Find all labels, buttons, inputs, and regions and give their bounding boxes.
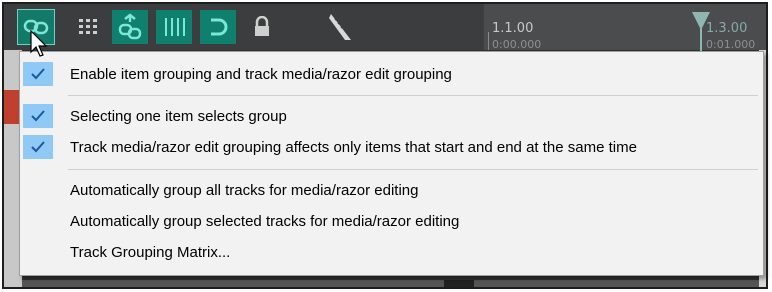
menu-separator: [68, 169, 758, 170]
mouse-pointer-icon: [30, 29, 50, 63]
track-color-swatch: [4, 90, 20, 124]
metronome-button[interactable]: [322, 10, 358, 44]
menu-item-label: Automatically group selected tracks for …: [70, 212, 460, 230]
loop-icon: [207, 16, 229, 38]
menu-item-select-group[interactable]: Selecting one item selects group: [20, 102, 763, 130]
timeline-ruler[interactable]: 1.1.00 0:00.000 1.3.00 0:01.000: [484, 4, 766, 52]
menu-item-same-time-grouping[interactable]: Track media/razor edit grouping affects …: [20, 133, 763, 161]
checkmark-icon: [23, 104, 53, 128]
loop-button[interactable]: [200, 10, 236, 44]
toolbar: [4, 4, 484, 50]
horizontal-scrollbar[interactable]: [22, 280, 759, 287]
group-items-button[interactable]: [112, 10, 148, 44]
group-items-icon: [117, 13, 143, 41]
checkmark-icon: [23, 135, 53, 159]
lock-icon: [252, 16, 272, 38]
cursor-line: [700, 28, 702, 52]
checkmark-icon: [23, 62, 53, 86]
ruler-marker-bar-2: 1.3.00: [706, 21, 748, 36]
menu-item-group-all-tracks[interactable]: Automatically group all tracks for media…: [20, 176, 763, 204]
menu-separator: [68, 95, 758, 96]
metronome-icon: [327, 12, 353, 42]
ruler-marker-time: 0:00.000: [492, 38, 542, 51]
ruler-tick: [488, 32, 489, 50]
ruler-marker-bar: 1.1.00: [492, 21, 534, 36]
menu-item-group-selected-tracks[interactable]: Automatically group selected tracks for …: [20, 207, 763, 235]
menu-item-track-grouping-matrix[interactable]: Track Grouping Matrix...: [20, 238, 763, 266]
menu-item-label: Automatically group all tracks for media…: [70, 181, 419, 199]
scrollbar-thumb[interactable]: [444, 280, 474, 287]
menu-item-label: Selecting one item selects group: [70, 107, 287, 125]
menu-item-label: Enable item grouping and track media/raz…: [70, 65, 452, 83]
grid-button[interactable]: [70, 10, 106, 44]
grouping-context-menu: Enable item grouping and track media/raz…: [19, 51, 764, 276]
snap-grid-button[interactable]: [156, 10, 192, 44]
ruler-marker-time-2: 0:01.000: [706, 38, 756, 51]
menu-item-label: Track Grouping Matrix...: [70, 243, 231, 261]
menu-item-enable-grouping[interactable]: Enable item grouping and track media/raz…: [20, 60, 763, 88]
lock-button[interactable]: [244, 10, 280, 44]
grid-icon: [78, 18, 98, 36]
menu-item-label: Track media/razor edit grouping affects …: [70, 138, 637, 156]
snap-grid-icon: [163, 16, 185, 38]
